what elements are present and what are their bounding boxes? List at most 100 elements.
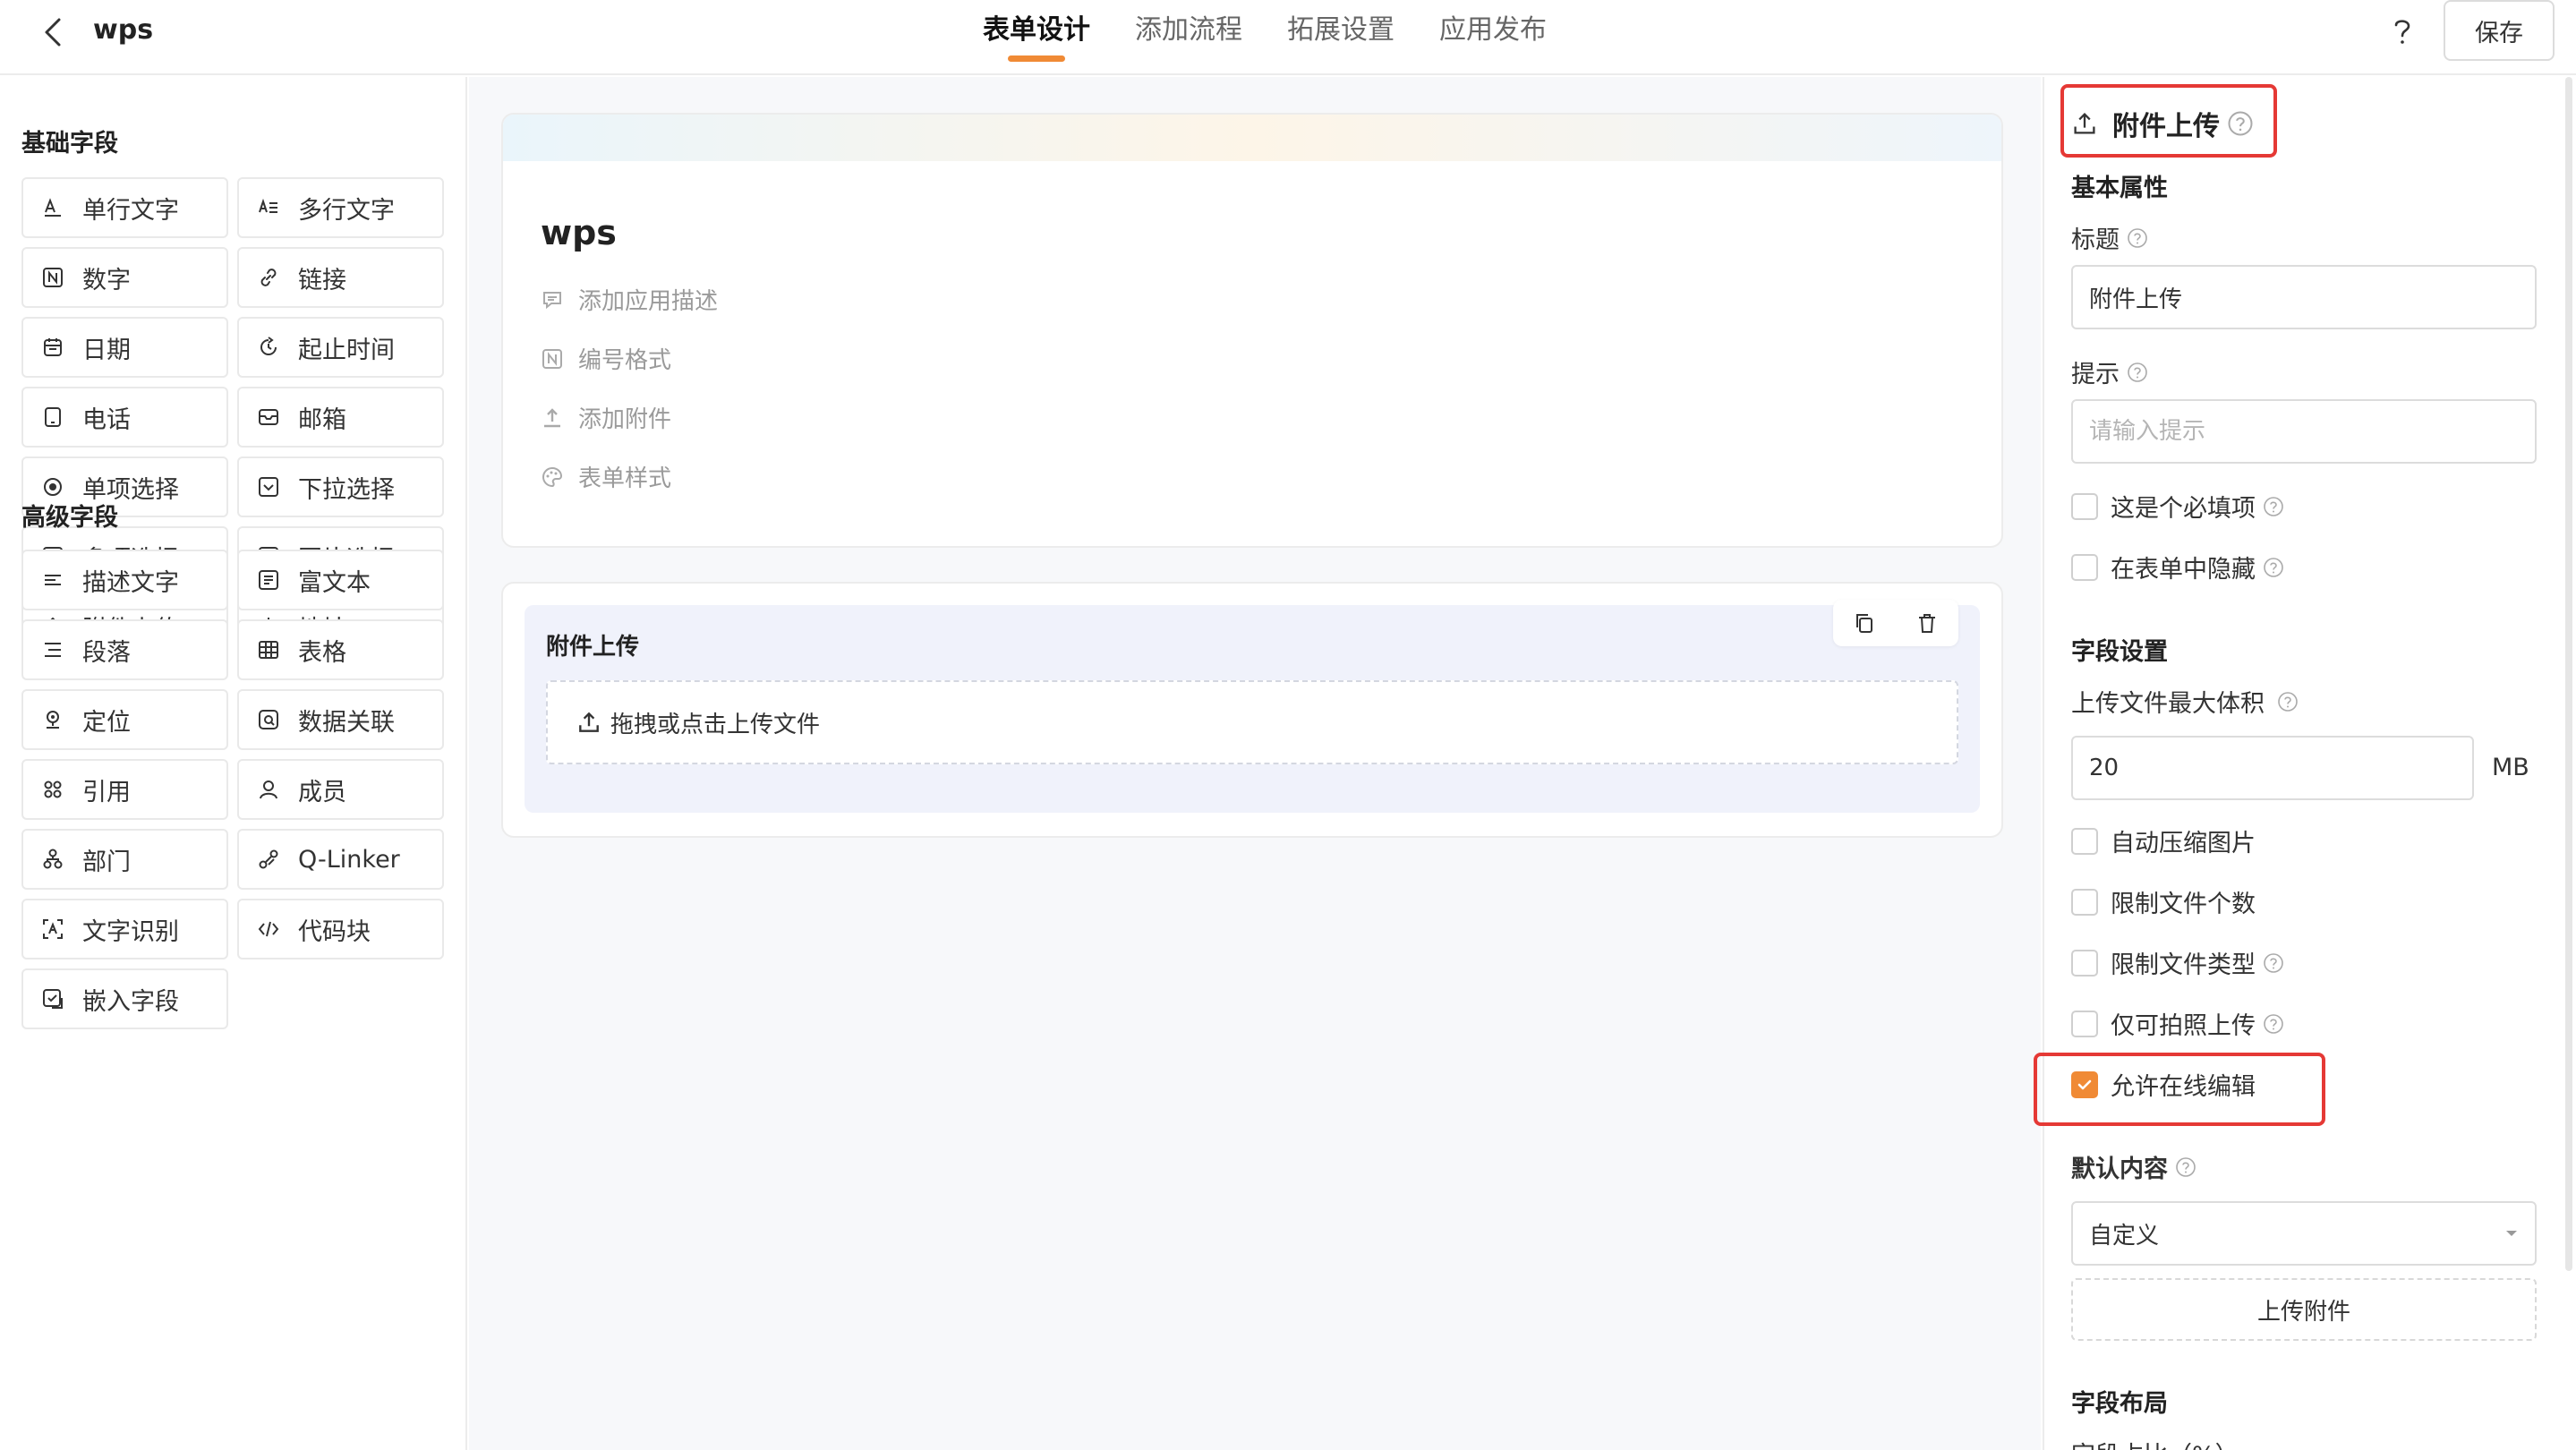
form-header-card[interactable]: wps 添加应用描述 编号格式 添加附件 表单样式: [501, 113, 2003, 548]
help-circle-icon[interactable]: [2227, 110, 2254, 137]
field-member[interactable]: 成员: [237, 759, 444, 820]
form-header-banner: [503, 115, 2001, 161]
upload-dropzone[interactable]: 拖拽或点击上传文件: [546, 680, 1958, 764]
help-circle-icon[interactable]: [2175, 1156, 2196, 1178]
field-paragraph[interactable]: 段落: [21, 619, 228, 680]
question-icon[interactable]: [2384, 13, 2420, 48]
required-checkbox[interactable]: [2071, 492, 2098, 520]
properties-title: 附件上传: [2112, 111, 2220, 142]
field-embed[interactable]: 嵌入字段: [21, 968, 228, 1029]
add-app-description[interactable]: 添加应用描述: [541, 283, 718, 316]
help-circle-icon[interactable]: [2127, 362, 2148, 383]
field-table[interactable]: 表格: [237, 619, 444, 680]
field-label: 部门: [82, 848, 131, 876]
upload-icon: [579, 712, 599, 732]
option-photo-only[interactable]: 仅可拍照上传: [2071, 1006, 2284, 1041]
embed-icon: [39, 985, 66, 1012]
field-label: 嵌入字段: [82, 987, 179, 1016]
dropdown-icon: [255, 473, 282, 500]
number-format[interactable]: 编号格式: [541, 342, 671, 375]
limit-file-type-checkbox[interactable]: [2071, 949, 2098, 977]
field-label: 段落: [82, 638, 131, 667]
field-mail[interactable]: 邮箱: [237, 387, 444, 448]
option-limit-file-count[interactable]: 限制文件个数: [2071, 884, 2256, 919]
field-dropdown[interactable]: 下拉选择: [237, 456, 444, 517]
option-allow-online-edit[interactable]: 允许在线编辑: [2071, 1067, 2256, 1102]
option-label: 自动压缩图片: [2111, 830, 2256, 857]
photo-only-checkbox[interactable]: [2071, 1010, 2098, 1037]
allow-online-edit-checkbox[interactable]: [2071, 1070, 2098, 1098]
field-multi-line-text[interactable]: 多行文字: [237, 177, 444, 238]
multi-line-text-icon: [255, 194, 282, 221]
hidden-checkbox[interactable]: [2071, 553, 2098, 581]
tab-form-design[interactable]: 表单设计: [983, 0, 1090, 75]
member-icon: [255, 776, 282, 803]
field-q-linker[interactable]: Q-Linker: [237, 829, 444, 890]
option-auto-compress[interactable]: 自动压缩图片: [2071, 823, 2256, 858]
field-title: 附件上传: [546, 634, 640, 661]
delete-field-button[interactable]: [1909, 605, 1945, 641]
location-icon: [39, 706, 66, 733]
attachment-field-card[interactable]: 附件上传 拖拽或点击上传文件: [501, 582, 2003, 838]
tab-extension-settings[interactable]: 拓展设置: [1287, 0, 1395, 75]
copy-field-button[interactable]: [1847, 605, 1882, 641]
required-label: 这是个必填项: [2111, 495, 2256, 523]
help-circle-icon[interactable]: [2263, 496, 2284, 517]
help-circle-icon[interactable]: [2277, 691, 2299, 712]
limit-file-count-checkbox[interactable]: [2071, 888, 2098, 916]
max-size-input[interactable]: [2071, 736, 2474, 800]
back-arrow-icon[interactable]: [36, 13, 75, 52]
field-label: 电话: [82, 405, 131, 434]
tab-app-publish[interactable]: 应用发布: [1439, 0, 1547, 75]
hint-input[interactable]: [2071, 399, 2537, 464]
hint-label: 提示: [2071, 361, 2120, 388]
default-content-select[interactable]: 自定义: [2071, 1201, 2537, 1266]
field-data-link[interactable]: 数据关联: [237, 689, 444, 750]
form-style[interactable]: 表单样式: [541, 460, 671, 493]
help-circle-icon[interactable]: [2127, 227, 2148, 249]
selected-field[interactable]: 附件上传 拖拽或点击上传文件: [525, 600, 1980, 813]
form-title[interactable]: wps: [541, 213, 617, 252]
hidden-checkbox-row[interactable]: 在表单中隐藏: [2071, 550, 2284, 584]
field-number[interactable]: 数字: [21, 247, 228, 308]
help-circle-icon[interactable]: [2263, 557, 2284, 578]
field-location[interactable]: 定位: [21, 689, 228, 750]
field-department[interactable]: 部门: [21, 829, 228, 890]
field-phone[interactable]: 电话: [21, 387, 228, 448]
field-link[interactable]: 链接: [237, 247, 444, 308]
title-input[interactable]: [2071, 265, 2537, 329]
radio-icon: [39, 473, 66, 500]
field-label: 下拉选择: [298, 475, 395, 504]
option-limit-file-type[interactable]: 限制文件类型: [2071, 945, 2284, 980]
layout-width-label: 字段占比（%）: [2071, 1436, 2239, 1450]
save-button[interactable]: 保存: [2444, 0, 2555, 61]
field-single-line-text[interactable]: 单行文字: [21, 177, 228, 238]
checkmark-icon: [2077, 1079, 2092, 1089]
number-format-icon: [542, 348, 562, 369]
field-rich-text[interactable]: 富文本: [237, 550, 444, 610]
hint-label-row: 提示: [2071, 354, 2148, 389]
tab-add-workflow[interactable]: 添加流程: [1135, 0, 1242, 75]
required-checkbox-row[interactable]: 这是个必填项: [2071, 489, 2284, 524]
field-label: 引用: [82, 778, 131, 806]
field-reference[interactable]: 引用: [21, 759, 228, 820]
meta-label: 添加附件: [578, 406, 672, 433]
field-code-block[interactable]: 代码块: [237, 899, 444, 960]
field-palette: 基础字段 单行文字 多行文字 数字 链接 日期 起止时间 电话 邮箱 单项选择 …: [0, 77, 467, 1450]
help-circle-icon[interactable]: [2263, 1013, 2284, 1035]
table-icon: [255, 636, 282, 663]
upload-icon: [2074, 112, 2095, 134]
title-label: 标题: [2071, 226, 2120, 254]
field-description-text[interactable]: 描述文字: [21, 550, 228, 610]
reference-icon: [39, 776, 66, 803]
add-attachment[interactable]: 添加附件: [541, 401, 671, 434]
q-linker-icon: [255, 846, 282, 873]
properties-scrollbar[interactable]: [2565, 77, 2572, 1271]
field-date[interactable]: 日期: [21, 317, 228, 378]
field-time-range[interactable]: 起止时间: [237, 317, 444, 378]
field-ocr[interactable]: 文字识别: [21, 899, 228, 960]
properties-panel: 附件上传 基本属性 标题 提示 这是个必填项 在表单中隐藏 字段设置 上传文件最…: [2043, 77, 2576, 1450]
help-circle-icon[interactable]: [2263, 952, 2284, 974]
upload-attachment-button[interactable]: 上传附件: [2071, 1278, 2537, 1341]
auto-compress-checkbox[interactable]: [2071, 827, 2098, 855]
